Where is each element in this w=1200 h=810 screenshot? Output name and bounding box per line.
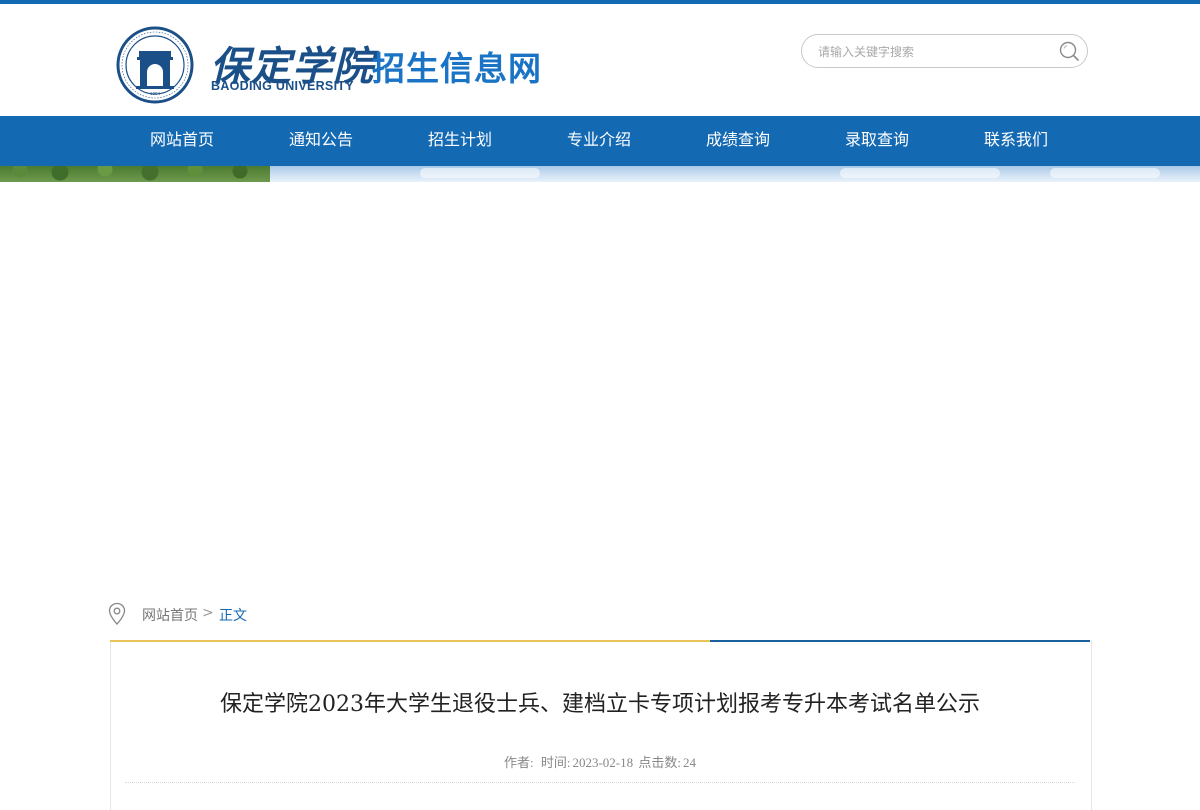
- article-top-rule-blue: [710, 640, 1090, 642]
- university-seal-icon[interactable]: 1904: [116, 26, 194, 104]
- site-header: 1904 保定学院 BAODING UNIVERSITY 招生信息网: [0, 4, 1200, 116]
- nav-item-majors[interactable]: 专业介绍: [567, 116, 631, 166]
- seal-year: 1904: [150, 91, 161, 96]
- nav-item-score-query[interactable]: 成绩查询: [706, 116, 770, 166]
- breadcrumb-current: 正文: [219, 608, 247, 624]
- click-count: 24: [683, 755, 697, 770]
- banner-image: [0, 166, 1200, 182]
- nav-item-contact[interactable]: 联系我们: [984, 116, 1048, 166]
- nav-item-home[interactable]: 网站首页: [150, 116, 214, 166]
- banner-cloud: [420, 168, 540, 178]
- search-input[interactable]: [816, 40, 1050, 64]
- nav-item-admission-plan[interactable]: 招生计划: [428, 116, 492, 166]
- banner-foliage: [0, 166, 270, 182]
- site-title[interactable]: 招生信息网: [372, 42, 542, 90]
- nav-item-admission-query[interactable]: 录取查询: [845, 116, 909, 166]
- search-box: [801, 34, 1088, 68]
- article-top-rule-gold: [110, 640, 710, 642]
- clicks-label: 点击数:: [638, 755, 682, 770]
- article-title: 保定学院2023年大学生退役士兵、建档立卡专项计划报考专升本考试名单公示: [220, 692, 980, 717]
- meta-divider: [125, 782, 1075, 783]
- article-panel: [110, 640, 1092, 810]
- publish-date: 2023-02-18: [572, 755, 634, 770]
- search-icon[interactable]: [1058, 40, 1080, 62]
- banner-cloud: [1050, 168, 1160, 178]
- time-label: 时间:: [540, 755, 571, 770]
- main-nav: 网站首页 通知公告 招生计划 专业介绍 成绩查询 录取查询 联系我们: [0, 116, 1200, 166]
- breadcrumb-home-link[interactable]: 网站首页: [142, 605, 198, 625]
- nav-item-notices[interactable]: 通知公告: [289, 116, 353, 166]
- author-label: 作者:: [503, 755, 534, 770]
- school-name-en: BAODING UNIVERSITY: [211, 79, 354, 93]
- banner-cloud: [840, 168, 1000, 178]
- map-pin-icon: [108, 602, 126, 625]
- breadcrumb-separator: >: [202, 605, 214, 621]
- article-meta: 作者: 时间: 2023-02-18 点击数: 24: [110, 752, 1090, 771]
